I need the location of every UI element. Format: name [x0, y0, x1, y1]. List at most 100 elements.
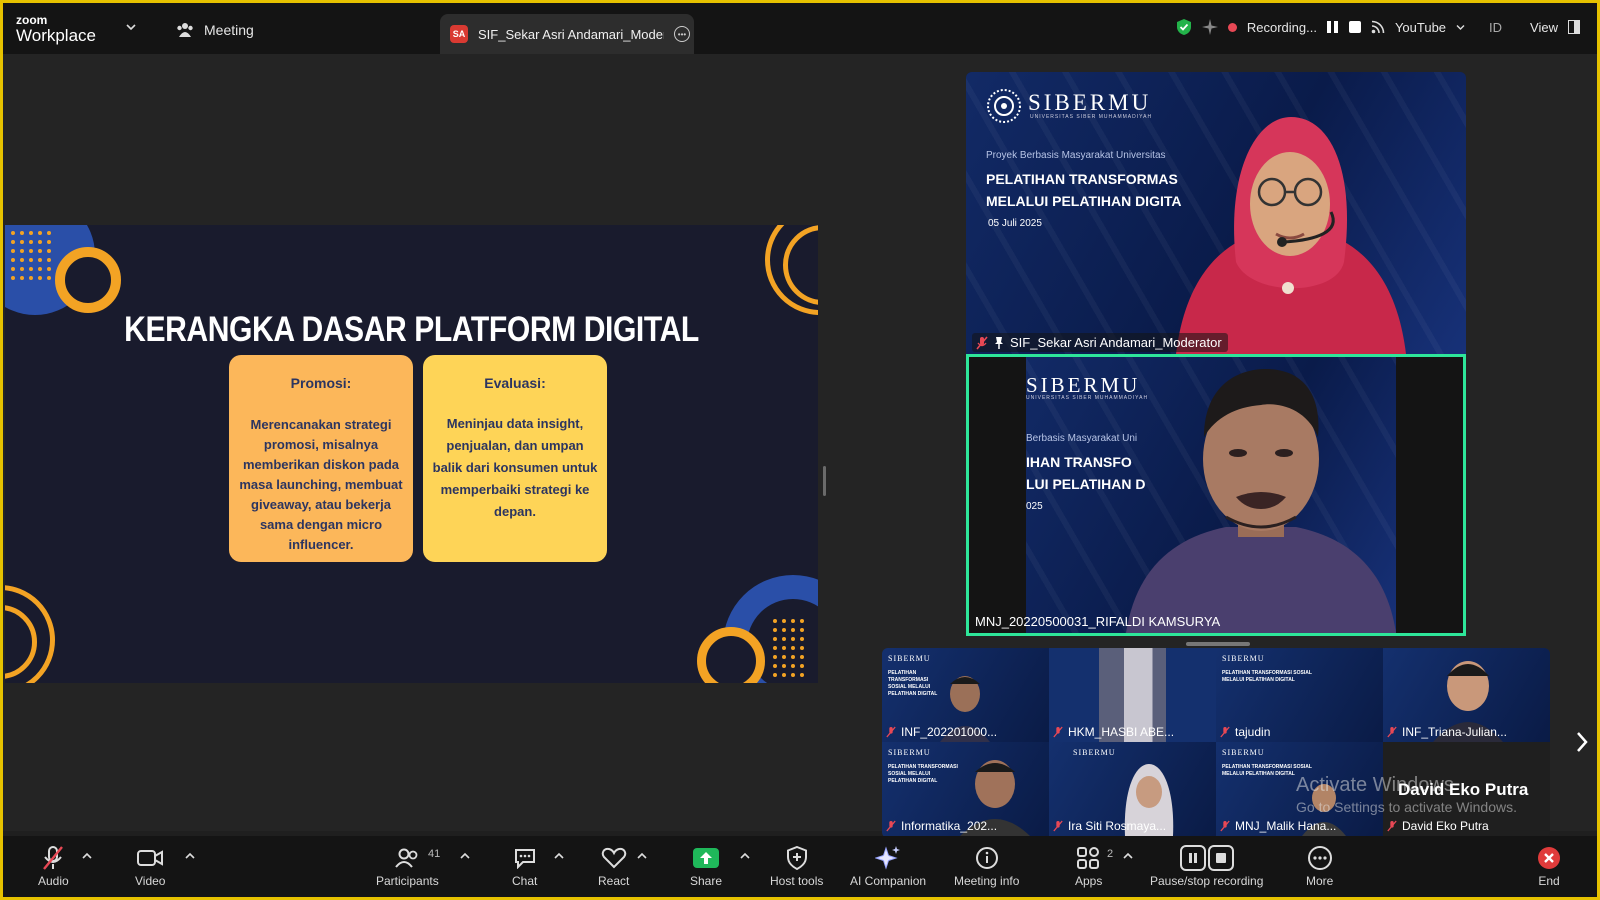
- mic-muted-icon: [1387, 820, 1397, 832]
- mic-muted-icon: [1220, 820, 1230, 832]
- mic-muted-icon: [1053, 820, 1063, 832]
- mic-muted-icon: [976, 335, 988, 350]
- mic-muted-icon: [43, 846, 64, 870]
- participant-name-tag: Informatika_202...: [886, 819, 997, 833]
- gallery-tile[interactable]: SIBERMU PELATIHAN TRANSFORMASI SOSIAL ME…: [882, 648, 1049, 742]
- chevron-up-icon[interactable]: [637, 852, 647, 860]
- pause-stop-icon: [1179, 845, 1234, 871]
- card-promosi: Promosi: Merencanakan strategi promosi, …: [229, 355, 413, 562]
- chevron-up-icon[interactable]: [740, 852, 750, 860]
- stop-recording-icon[interactable]: [1348, 21, 1361, 33]
- card-body: Merencanakan strategi promosi, misalnya …: [239, 417, 403, 552]
- audio-button[interactable]: Audio: [38, 844, 69, 888]
- chevron-right-icon[interactable]: [1574, 730, 1590, 754]
- video-tile-active-speaker[interactable]: SIBERMU UNIVERSITAS SIBER MUHAMMADIYAH B…: [966, 354, 1466, 636]
- host-tools-button[interactable]: Host tools: [770, 844, 823, 888]
- tab-title: SIF_Sekar Asri Andamari_Moderator: [478, 26, 664, 42]
- tab-active-speaker[interactable]: SA SIF_Sekar Asri Andamari_Moderator •••: [440, 14, 694, 54]
- grid-view-icon[interactable]: [1568, 20, 1580, 34]
- more-icon[interactable]: •••: [674, 26, 690, 42]
- recording-label[interactable]: Recording...: [1247, 20, 1317, 35]
- activate-windows-hint: Go to Settings to activate Windows.: [1296, 799, 1517, 815]
- apps-button[interactable]: Apps: [1075, 844, 1102, 888]
- people-icon: [177, 23, 193, 37]
- info-icon: [975, 847, 998, 869]
- decor-ring: [55, 247, 121, 313]
- livestream-icon: [1371, 20, 1385, 34]
- ai-companion-button[interactable]: AI Companion: [850, 844, 926, 888]
- mic-muted-icon: [886, 820, 896, 832]
- gallery-tile[interactable]: SIBERMU PELATIHAN TRANSFORMASI SOSIAL ME…: [1216, 648, 1383, 742]
- decor-dots: [773, 619, 804, 677]
- pin-icon: [995, 336, 1003, 349]
- share-screen-icon: [693, 848, 720, 868]
- participant-name-tag: INF_202201000...: [886, 725, 997, 739]
- card-heading: Promosi:: [290, 375, 352, 391]
- participant-name-tag: INF_Triana-Julian...: [1387, 725, 1507, 739]
- chevron-up-icon[interactable]: [460, 852, 470, 860]
- card-heading: Evaluasi:: [484, 375, 546, 391]
- more-button[interactable]: More: [1306, 844, 1333, 888]
- chat-icon: [514, 849, 535, 869]
- participants-icon: [395, 848, 418, 868]
- mic-muted-icon: [886, 726, 896, 738]
- pause-stop-recording-button[interactable]: Pause/stop recording: [1150, 844, 1263, 888]
- recording-dot-icon: [1227, 22, 1237, 32]
- participant-name-tag: SIF_Sekar Asri Andamari_Moderator: [972, 333, 1228, 352]
- participant-name-tag: David Eko Putra: [1387, 819, 1489, 833]
- share-button[interactable]: Share: [690, 844, 722, 888]
- shield-icon: [786, 846, 807, 870]
- end-meeting-button[interactable]: End: [1537, 844, 1561, 888]
- participant-video: [1176, 117, 1406, 354]
- mic-muted-icon: [1053, 726, 1063, 738]
- chevron-up-icon[interactable]: [185, 852, 195, 860]
- heart-icon: [601, 847, 626, 869]
- chat-button[interactable]: Chat: [512, 844, 537, 888]
- meeting-toolbar: Audio Video Participants 41 Chat React S…: [0, 836, 1600, 900]
- gallery-tile[interactable]: SIBERMU Ira Siti Rosmaya...: [1049, 742, 1216, 836]
- status-area: Recording... YouTube ID View: [1176, 18, 1580, 36]
- participant-display-name: David Eko Putra: [1398, 780, 1529, 799]
- zoom-logo[interactable]: zoom Workplace: [16, 14, 96, 44]
- meeting-tab[interactable]: Meeting: [176, 22, 254, 38]
- chevron-down-icon[interactable]: [1456, 24, 1465, 31]
- ai-sparkle-icon: [875, 846, 901, 870]
- gallery-tile[interactable]: INF_Triana-Julian...: [1383, 648, 1550, 742]
- chevron-down-icon[interactable]: [126, 22, 136, 32]
- apps-count: 2: [1107, 848, 1114, 860]
- card-body: Meninjau data insight, penjualan, dan um…: [432, 416, 598, 519]
- sibermu-logo: SIBERMU: [1028, 90, 1152, 115]
- camera-icon: [137, 850, 164, 866]
- participant-video: [1126, 369, 1396, 633]
- gallery-resize-handle[interactable]: [1186, 642, 1250, 646]
- decor-dots: [11, 231, 51, 280]
- participant-name-tag: HKM_HASBI ABE...: [1053, 725, 1174, 739]
- participants-count: 41: [428, 848, 441, 860]
- shield-check-icon[interactable]: [1176, 18, 1192, 36]
- shared-screen: KERANGKA DASAR PLATFORM DIGITAL Promosi:…: [5, 225, 818, 683]
- video-tile-moderator[interactable]: SIBERMU UNIVERSITAS SIBER MUHAMMADIYAH P…: [966, 72, 1466, 354]
- more-icon: [1307, 846, 1332, 870]
- livestream-label[interactable]: YouTube: [1395, 20, 1446, 35]
- react-button[interactable]: React: [598, 844, 629, 888]
- gallery-tile[interactable]: HKM_HASBI ABE...: [1049, 648, 1216, 742]
- split-resize-handle[interactable]: [823, 466, 826, 496]
- pause-recording-icon[interactable]: [1326, 21, 1339, 33]
- gallery-tile[interactable]: SIBERMU PELATIHAN TRANSFORMASI SOSIAL ME…: [882, 742, 1049, 836]
- meeting-info-button[interactable]: Meeting info: [954, 844, 1019, 888]
- chevron-up-icon[interactable]: [1123, 852, 1133, 860]
- participant-name-tag: MNJ_Malik Hana...: [1220, 819, 1336, 833]
- view-button[interactable]: View: [1530, 20, 1558, 35]
- chevron-up-icon[interactable]: [82, 852, 92, 860]
- participant-name-tag: MNJ_20220500031_RIFALDI KAMSURYA: [975, 614, 1221, 629]
- mic-muted-icon: [1220, 726, 1230, 738]
- card-evaluasi: Evaluasi: Meninjau data insight, penjual…: [423, 355, 607, 562]
- close-icon: [1538, 847, 1560, 869]
- participant-name-tag: tajudin: [1220, 725, 1270, 739]
- chevron-up-icon[interactable]: [554, 852, 564, 860]
- language-label[interactable]: ID: [1489, 20, 1502, 35]
- participant-name-tag: Ira Siti Rosmaya...: [1053, 819, 1166, 833]
- sparkle-icon[interactable]: [1201, 19, 1218, 35]
- video-button[interactable]: Video: [135, 844, 165, 888]
- avatar: SA: [450, 25, 468, 43]
